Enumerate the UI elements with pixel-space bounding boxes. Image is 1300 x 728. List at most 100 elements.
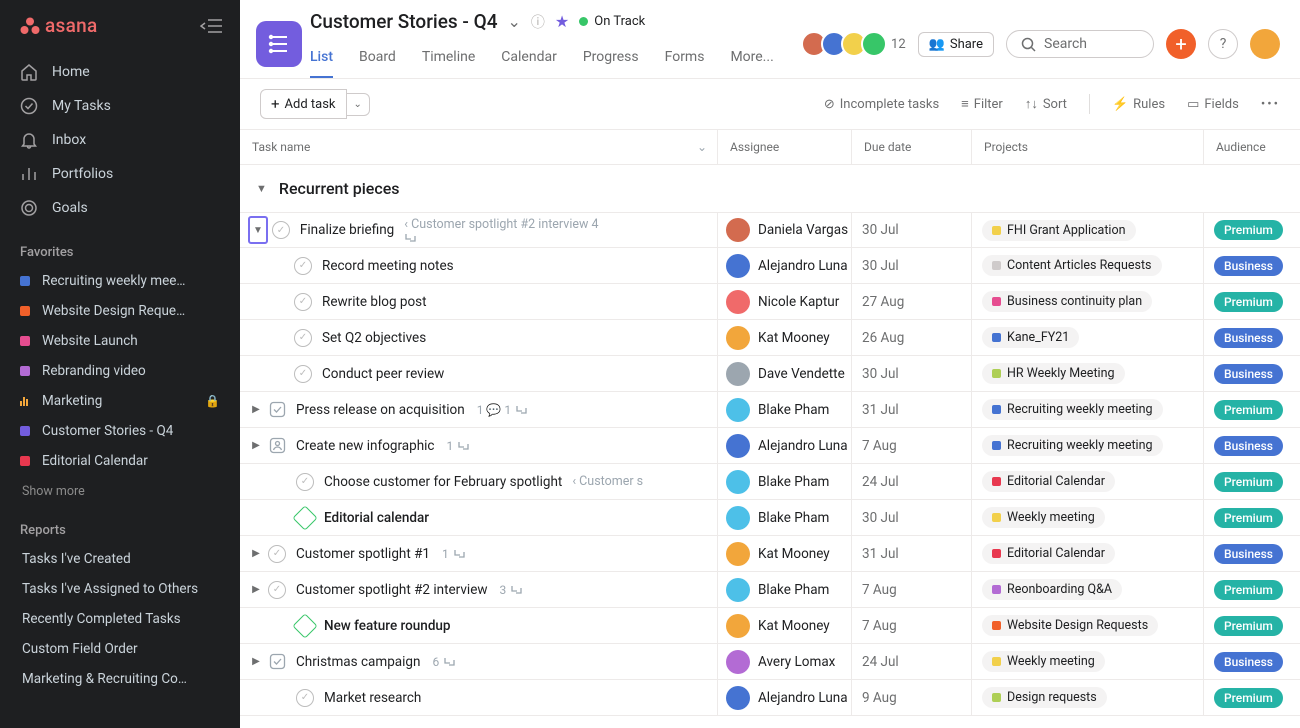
col-due-date[interactable]: Due date bbox=[852, 130, 972, 164]
project-icon[interactable] bbox=[256, 21, 302, 67]
chevron-down-icon[interactable]: ⌄ bbox=[508, 12, 521, 31]
audience-pill[interactable]: Premium bbox=[1214, 688, 1283, 708]
audience-pill[interactable]: Business bbox=[1214, 436, 1283, 456]
col-task-name[interactable]: Task name⌄ bbox=[240, 130, 718, 164]
nav-inbox[interactable]: Inbox bbox=[0, 123, 240, 157]
favorite-item[interactable]: Rebranding video bbox=[0, 356, 240, 386]
task-row[interactable]: ▶Press release on acquisition1 💬 1 Blake… bbox=[240, 392, 1300, 428]
help-button[interactable]: ? bbox=[1208, 29, 1238, 59]
audience-pill[interactable]: Premium bbox=[1214, 616, 1283, 636]
task-row[interactable]: ✓Record meeting notesAlejandro Luna30 Ju… bbox=[240, 248, 1300, 284]
project-pill[interactable]: Business continuity plan bbox=[982, 291, 1152, 312]
project-pill[interactable]: Website Design Requests bbox=[982, 615, 1158, 636]
nav-goals[interactable]: Goals bbox=[0, 191, 240, 225]
audience-pill[interactable]: Premium bbox=[1214, 472, 1283, 492]
info-icon[interactable]: ⓘ bbox=[531, 12, 545, 32]
audience-pill[interactable]: Premium bbox=[1214, 580, 1283, 600]
nav-home[interactable]: Home bbox=[0, 55, 240, 89]
show-more[interactable]: Show more bbox=[0, 476, 240, 507]
member-avatars[interactable]: 12 bbox=[801, 31, 906, 57]
task-row[interactable]: ✓Choose customer for February spotlight‹… bbox=[240, 464, 1300, 500]
task-row[interactable]: ✓Rewrite blog postNicole Kaptur27 AugBus… bbox=[240, 284, 1300, 320]
more-actions[interactable]: ••• bbox=[1261, 97, 1280, 112]
project-pill[interactable]: Weekly meeting bbox=[982, 507, 1105, 528]
project-pill[interactable]: Kane_FY21 bbox=[982, 327, 1079, 348]
task-row[interactable]: ✓Conduct peer reviewDave Vendette30 JulH… bbox=[240, 356, 1300, 392]
expand-toggle[interactable]: ▶ bbox=[248, 584, 264, 595]
favorite-item[interactable]: Website Design Reque… bbox=[0, 296, 240, 326]
tab-calendar[interactable]: Calendar bbox=[501, 41, 557, 78]
audience-pill[interactable]: Premium bbox=[1214, 220, 1283, 240]
complete-toggle[interactable]: ✓ bbox=[296, 473, 314, 491]
nav-portfolios[interactable]: Portfolios bbox=[0, 157, 240, 191]
task-row[interactable]: New feature roundupKat Mooney7 AugWebsit… bbox=[240, 608, 1300, 644]
task-row[interactable]: ▶✓Customer spotlight #2 interview3 Blake… bbox=[240, 572, 1300, 608]
project-pill[interactable]: Weekly meeting bbox=[982, 651, 1105, 672]
app-logo[interactable]: asana bbox=[20, 14, 98, 37]
section-header[interactable]: ▼ Recurrent pieces bbox=[240, 165, 1300, 212]
project-pill[interactable]: Recruiting weekly meeting bbox=[982, 435, 1163, 456]
task-row[interactable]: ▶✓Customer spotlight #11 Kat Mooney31 Ju… bbox=[240, 536, 1300, 572]
report-item[interactable]: Tasks I've Assigned to Others bbox=[0, 574, 240, 604]
report-item[interactable]: Custom Field Order bbox=[0, 634, 240, 664]
expand-toggle[interactable]: ▶ bbox=[248, 404, 264, 415]
tab-more[interactable]: More... bbox=[730, 41, 773, 78]
task-row[interactable]: ▶Create new infographic1 Alejandro Luna7… bbox=[240, 428, 1300, 464]
tab-board[interactable]: Board bbox=[359, 41, 396, 78]
rules-button[interactable]: ⚡Rules bbox=[1112, 97, 1165, 112]
complete-toggle[interactable]: ✓ bbox=[296, 689, 314, 707]
report-item[interactable]: Marketing & Recruiting Co… bbox=[0, 664, 240, 694]
col-projects[interactable]: Projects bbox=[972, 130, 1204, 164]
complete-toggle[interactable]: ✓ bbox=[294, 329, 312, 347]
task-row[interactable]: ▶Christmas campaign6 Avery Lomax24 JulWe… bbox=[240, 644, 1300, 680]
incomplete-filter[interactable]: ⊘Incomplete tasks bbox=[824, 97, 939, 112]
complete-toggle[interactable] bbox=[292, 613, 317, 638]
audience-pill[interactable]: Premium bbox=[1214, 400, 1283, 420]
project-pill[interactable]: HR Weekly Meeting bbox=[982, 363, 1125, 384]
add-task-dropdown[interactable]: ⌄ bbox=[347, 93, 370, 116]
task-row[interactable]: Editorial calendarBlake Pham30 JulWeekly… bbox=[240, 500, 1300, 536]
report-item[interactable]: Recently Completed Tasks bbox=[0, 604, 240, 634]
project-pill[interactable]: Content Articles Requests bbox=[982, 255, 1162, 276]
tab-progress[interactable]: Progress bbox=[583, 41, 639, 78]
favorite-item[interactable]: Website Launch bbox=[0, 326, 240, 356]
project-title[interactable]: Customer Stories - Q4 bbox=[310, 10, 498, 33]
user-avatar[interactable] bbox=[1250, 29, 1280, 59]
nav-my-tasks[interactable]: My Tasks bbox=[0, 89, 240, 123]
audience-pill[interactable]: Business bbox=[1214, 256, 1283, 276]
tab-forms[interactable]: Forms bbox=[665, 41, 705, 78]
project-pill[interactable]: Design requests bbox=[982, 687, 1107, 708]
col-assignee[interactable]: Assignee bbox=[718, 130, 852, 164]
project-pill[interactable]: FHI Grant Application bbox=[982, 220, 1136, 241]
complete-toggle[interactable]: ✓ bbox=[294, 293, 312, 311]
favorite-item[interactable]: Editorial Calendar bbox=[0, 446, 240, 476]
complete-toggle[interactable]: ✓ bbox=[294, 257, 312, 275]
project-pill[interactable]: Reonboarding Q&A bbox=[982, 579, 1122, 600]
favorite-item[interactable]: Marketing🔒 bbox=[0, 386, 240, 416]
expand-toggle[interactable]: ▼ bbox=[248, 216, 268, 244]
complete-toggle[interactable]: ✓ bbox=[268, 545, 286, 563]
search-input[interactable]: Search bbox=[1006, 30, 1154, 58]
complete-toggle[interactable]: ✓ bbox=[294, 365, 312, 383]
project-pill[interactable]: Editorial Calendar bbox=[982, 471, 1115, 492]
report-item[interactable]: Tasks I've Created bbox=[0, 544, 240, 574]
parent-task[interactable]: ‹ Customer spotlight #2 interview 4 bbox=[404, 217, 598, 244]
expand-toggle[interactable]: ▶ bbox=[248, 548, 264, 559]
audience-pill[interactable]: Business bbox=[1214, 652, 1283, 672]
expand-toggle[interactable]: ▶ bbox=[248, 656, 264, 667]
sort-button[interactable]: ↑↓Sort bbox=[1025, 96, 1067, 112]
filter-button[interactable]: ≡Filter bbox=[961, 96, 1003, 112]
project-pill[interactable]: Recruiting weekly meeting bbox=[982, 399, 1163, 420]
complete-toggle[interactable]: ✓ bbox=[268, 581, 286, 599]
task-row[interactable]: ✓Market researchAlejandro Luna9 AugDesig… bbox=[240, 680, 1300, 716]
audience-pill[interactable]: Premium bbox=[1214, 292, 1283, 312]
global-add-button[interactable]: + bbox=[1166, 29, 1196, 59]
audience-pill[interactable]: Business bbox=[1214, 328, 1283, 348]
add-task-button[interactable]: +Add task bbox=[260, 89, 347, 119]
task-row[interactable]: ✓Set Q2 objectivesKat Mooney26 AugKane_F… bbox=[240, 320, 1300, 356]
favorite-item[interactable]: Customer Stories - Q4 bbox=[0, 416, 240, 446]
audience-pill[interactable]: Business bbox=[1214, 544, 1283, 564]
complete-toggle[interactable] bbox=[292, 505, 317, 530]
audience-pill[interactable]: Business bbox=[1214, 364, 1283, 384]
audience-pill[interactable]: Premium bbox=[1214, 508, 1283, 528]
